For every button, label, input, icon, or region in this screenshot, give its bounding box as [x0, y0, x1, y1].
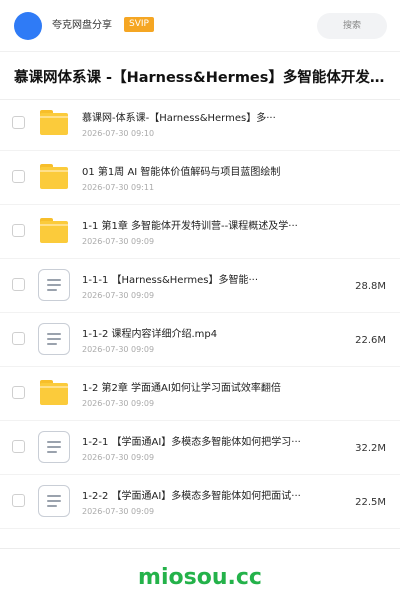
document-icon: [38, 269, 70, 301]
file-row[interactable]: 1-2-1 【学面通AI】多模态多智能体如何把学习··· 2026-07-30 0…: [0, 421, 400, 475]
file-date: 2026-07-30 09:09: [82, 453, 155, 462]
file-row[interactable]: 1-2 第2章 学面通AI如何让学习面试效率翻倍 2026-07-30 09:09: [0, 367, 400, 421]
row-checkbox[interactable]: [12, 386, 25, 399]
folder-icon: [38, 107, 70, 139]
file-date: 2026-07-30 09:09: [82, 507, 155, 516]
row-checkbox[interactable]: [12, 494, 25, 507]
file-size: 22.6M: [355, 335, 386, 346]
watermark-text: miosou.cc: [138, 565, 262, 590]
bottom-divider: [0, 548, 400, 549]
share-source-name: 夸克网盘分享: [52, 20, 112, 31]
file-date: 2026-07-30 09:09: [82, 237, 155, 246]
file-size: 28.8M: [355, 281, 386, 292]
file-name[interactable]: 慕课网-体系课-【Harness&Hermes】多···: [82, 112, 322, 126]
file-name[interactable]: 1-1-1 【Harness&Hermes】多智能···: [82, 274, 322, 288]
row-checkbox[interactable]: [12, 440, 25, 453]
file-name[interactable]: 1-2-2 【学面通AI】多模态多智能体如何把面试···: [82, 490, 322, 504]
file-name[interactable]: 1-2-1 【学面通AI】多模态多智能体如何把学习···: [82, 436, 322, 450]
document-icon: [38, 323, 70, 355]
file-row[interactable]: 1-1-1 【Harness&Hermes】多智能··· 2026-07-30 0…: [0, 259, 400, 313]
file-date: 2026-07-30 09:09: [82, 291, 155, 300]
folder-title-row: 慕课网体系课 -【Harness&Hermes】多智能体开发特···: [0, 52, 400, 100]
file-row[interactable]: 慕课网-体系课-【Harness&Hermes】多··· 2026-07-30 0…: [0, 97, 400, 151]
file-name[interactable]: 1-1 第1章 多智能体开发特训营--课程概述及学···: [82, 220, 322, 234]
file-date: 2026-07-30 09:11: [82, 183, 155, 192]
svip-badge: SVIP: [124, 17, 154, 32]
document-icon: [38, 431, 70, 463]
search-button[interactable]: 搜索: [317, 13, 387, 39]
file-row[interactable]: 1-2-2 【学面通AI】多模态多智能体如何把面试··· 2026-07-30 0…: [0, 475, 400, 529]
page-title: 慕课网体系课 -【Harness&Hermes】多智能体开发特···: [14, 70, 386, 86]
row-checkbox[interactable]: [12, 332, 25, 345]
file-row[interactable]: 01 第1周 AI 智能体价值解码与项目蓝图绘制 2026-07-30 09:11: [0, 151, 400, 205]
folder-icon: [38, 215, 70, 247]
row-checkbox[interactable]: [12, 224, 25, 237]
file-name[interactable]: 01 第1周 AI 智能体价值解码与项目蓝图绘制: [82, 166, 322, 180]
avatar[interactable]: [14, 12, 42, 40]
file-date: 2026-07-30 09:09: [82, 345, 155, 354]
file-date: 2026-07-30 09:10: [82, 129, 155, 138]
top-bar: 夸克网盘分享 SVIP 搜索: [0, 0, 400, 52]
file-size: 32.2M: [355, 443, 386, 454]
file-list: 慕课网-体系课-【Harness&Hermes】多··· 2026-07-30 0…: [0, 97, 400, 529]
row-checkbox[interactable]: [12, 170, 25, 183]
file-date: 2026-07-30 09:09: [82, 399, 155, 408]
file-name[interactable]: 1-2 第2章 学面通AI如何让学习面试效率翻倍: [82, 382, 322, 396]
row-checkbox[interactable]: [12, 116, 25, 129]
row-checkbox[interactable]: [12, 278, 25, 291]
folder-icon: [38, 377, 70, 409]
document-icon: [38, 485, 70, 517]
folder-icon: [38, 161, 70, 193]
file-row[interactable]: 1-1 第1章 多智能体开发特训营--课程概述及学··· 2026-07-30 0…: [0, 205, 400, 259]
file-row[interactable]: 1-1-2 课程内容详细介绍.mp4 2026-07-30 09:09 22.6M: [0, 313, 400, 367]
file-size: 22.5M: [355, 497, 386, 508]
file-name[interactable]: 1-1-2 课程内容详细介绍.mp4: [82, 328, 322, 342]
